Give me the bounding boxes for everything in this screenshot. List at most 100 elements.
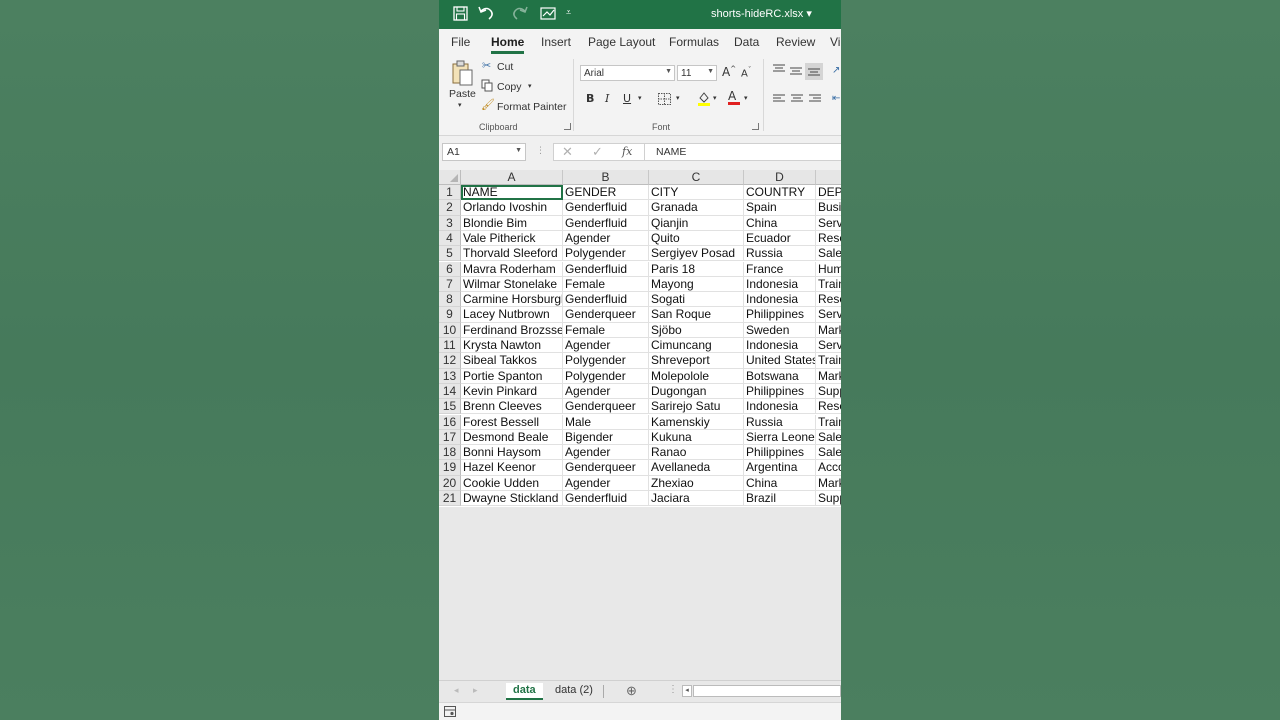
align-bottom-icon[interactable] [805,63,823,80]
table-cell[interactable]: Zhexiao [649,475,744,491]
table-cell[interactable]: Female [563,276,649,293]
table-cell[interactable]: Sibeal Takkos [461,353,563,369]
tab-formulas[interactable]: Formulas [669,35,719,49]
row-header[interactable]: 10 [439,322,461,338]
select-all-corner[interactable] [439,170,461,185]
table-cell[interactable]: Agender [563,383,649,400]
font-launcher-icon[interactable] [752,123,759,130]
table-cell[interactable]: Sierra Leone [744,429,816,446]
name-box[interactable]: A1 ▼ [442,143,526,161]
align-middle-icon[interactable] [790,66,802,79]
table-cell[interactable]: Sweden [744,322,816,338]
row-header[interactable]: 2 [439,200,461,216]
table-cell[interactable]: Genderfluid [563,491,649,507]
table-cell[interactable]: China [744,475,816,491]
enter-icon[interactable]: ✓ [592,145,603,160]
borders-dropdown-icon[interactable]: ▾ [676,94,680,102]
grow-font-icon[interactable]: A^ [722,65,736,79]
table-cell[interactable]: Agender [563,230,649,247]
paste-dropdown-icon[interactable]: ▾ [458,101,462,109]
column-header-e[interactable]: E [816,170,841,185]
table-cell[interactable]: Bonni Haysom [461,445,563,461]
table-cell[interactable]: Kevin Pinkard [461,383,563,400]
more-options-icon[interactable]: ⋮ [536,146,545,156]
table-cell[interactable]: Indonesia [744,292,816,308]
table-cell[interactable]: Support [816,384,841,400]
tab-view[interactable]: Vi [830,35,840,49]
table-cell[interactable]: Avellaneda [649,460,744,476]
row-header[interactable]: 1 [439,185,461,201]
tab-insert[interactable]: Insert [541,35,571,49]
save-icon[interactable] [453,6,468,21]
table-cell[interactable]: United States [744,353,816,369]
table-cell[interactable]: Agender [563,475,649,491]
table-cell[interactable]: Female [563,322,649,338]
table-cell[interactable]: Genderfluid [563,292,649,308]
customize-toolbar-icon[interactable]: ⩡ [566,8,571,18]
table-cell[interactable]: Indonesia [744,276,816,293]
format-painter-icon[interactable]: 🖌 [481,98,495,111]
table-cell[interactable]: Ferdinand Brozsse [461,322,563,338]
table-cell[interactable]: Orlando Ivoshin [461,200,563,216]
table-cell[interactable]: Krysta Nawton [461,338,563,354]
cut-icon[interactable]: ✂ [482,59,491,72]
table-cell[interactable]: Qianjin [649,215,744,231]
row-header[interactable]: 13 [439,368,461,384]
table-cell[interactable]: Philippines [744,383,816,400]
row-header[interactable]: 14 [439,383,461,400]
shrink-font-icon[interactable]: Aˇ [741,66,751,79]
row-header[interactable]: 3 [439,215,461,231]
table-cell[interactable]: Kamenskiy [649,414,744,430]
table-cell[interactable]: Sogati [649,292,744,308]
table-cell[interactable]: Business [816,200,841,216]
table-cell[interactable]: Agender [563,445,649,461]
horizontal-scrollbar[interactable] [693,685,841,697]
table-cell[interactable]: Desmond Beale [461,429,563,446]
cancel-icon[interactable]: ✕ [562,145,573,160]
row-header[interactable]: 7 [439,276,461,293]
column-header-d[interactable]: D [744,170,816,185]
row-header[interactable]: 18 [439,445,461,461]
borders-icon[interactable] [658,93,671,108]
copy-button[interactable]: Copy [497,81,522,93]
table-cell[interactable]: Genderfluid [563,200,649,216]
table-cell[interactable]: Forest Bessell [461,414,563,430]
more-options-icon[interactable]: ⋮ [668,684,678,695]
table-cell[interactable]: Sarirejo Satu [649,399,744,415]
table-cell[interactable]: Paris 18 [649,261,744,277]
table-cell[interactable]: Marketing [816,369,841,384]
row-header[interactable]: 19 [439,460,461,476]
tab-review[interactable]: Review [776,35,815,49]
table-cell[interactable]: Botswana [744,368,816,384]
table-cell[interactable]: Sergiyev Posad [649,246,744,262]
align-left-icon[interactable] [773,94,785,107]
table-cell[interactable]: Wilmar Stonelake [461,276,563,293]
table-cell[interactable]: Polygender [563,246,649,262]
add-sheet-icon[interactable]: ⊕ [626,683,637,699]
column-header-c[interactable]: C [649,170,744,185]
table-cell[interactable]: Polygender [563,368,649,384]
table-cell[interactable]: Ranao [649,445,744,461]
table-cell[interactable]: Research [816,231,841,247]
header-cell[interactable]: DEPARTMENT [816,185,841,201]
table-cell[interactable]: Genderfluid [563,215,649,231]
table-cell[interactable]: Training [816,353,841,369]
table-cell[interactable]: Molepolole [649,368,744,384]
table-cell[interactable]: Male [563,414,649,430]
row-header[interactable]: 12 [439,353,461,369]
table-cell[interactable]: Lacey Nutbrown [461,307,563,323]
table-cell[interactable]: Genderfluid [563,261,649,277]
table-cell[interactable]: China [744,215,816,231]
table-cell[interactable]: Sales [816,430,841,446]
table-cell[interactable]: Dwayne Stickland [461,491,563,507]
row-header[interactable]: 21 [439,491,461,507]
table-cell[interactable]: Services [816,338,841,354]
table-cell[interactable]: Agender [563,338,649,354]
table-cell[interactable]: Quito [649,230,744,247]
bold-button[interactable]: B [586,92,594,105]
paste-icon[interactable] [451,60,473,89]
table-cell[interactable]: Granada [649,200,744,216]
table-cell[interactable]: Marketing [816,323,841,338]
table-cell[interactable]: Vale Pitherick [461,230,563,247]
table-cell[interactable]: Accounting [816,460,841,476]
